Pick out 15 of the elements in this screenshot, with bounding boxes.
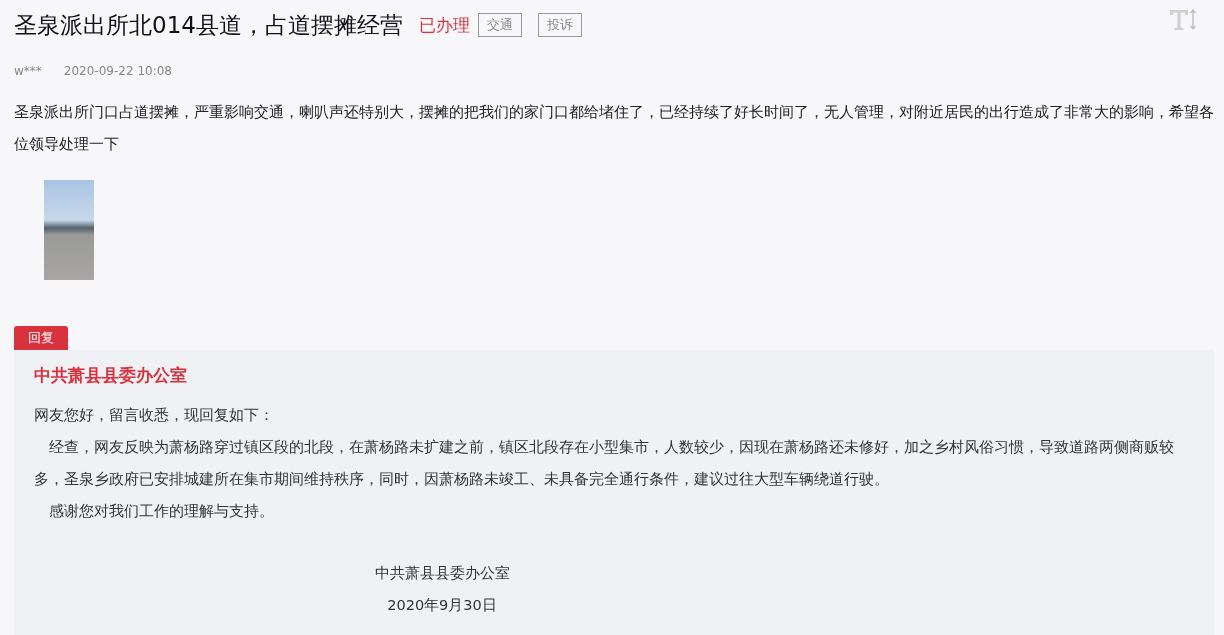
reply-organization: 中共萧县县委办公室 [34, 364, 188, 387]
post-time: 2020-09-22 10:08 [63, 64, 172, 78]
signature-line: 中共萧县县委办公室 [373, 564, 511, 583]
signature-line: 2020年9月30日 [386, 596, 498, 615]
reply-paragraph: 经查，网友反映为萧杨路穿过镇区段的北段，在萧杨路未扩建之前，镇区北段存在小型集市，人数较少，因现在萧杨路还未修好，加之乡村风俗习惯，导致道路两侧商贩较多，圣泉乡政府已安排城建所在集市期间维持秩序，同时，因萧杨路未竣工、未具备完全通行条件，建议过往大型车辆绕道行驶。 [34, 438, 1175, 489]
status-label: 已办理 [418, 13, 470, 37]
reply-paragraph: 感谢您对我们工作的理解与支持。 [48, 502, 275, 521]
category-tag: 交通 [477, 13, 522, 37]
reply-paragraph: 网友您好，留言收悉，现回复如下： [34, 406, 275, 425]
post-title: 圣泉派出所北014县道，占道摆摊经营 [14, 10, 403, 40]
category-tag: 投诉 [537, 13, 582, 37]
author-name: w*** [14, 64, 42, 78]
photo-placeholder[interactable] [44, 180, 94, 280]
reply-label: 回复 [14, 326, 68, 350]
post-content: 圣泉派出所门口占道摆摊，严重影响交通，喇叭声还特别大，摆摊的把我们的家门口都给堵住了，已经持续了好长时间了，无人管理，对附近居民的出行造成了非常大的影响，希望各位领导处理一下 [14, 103, 1214, 154]
